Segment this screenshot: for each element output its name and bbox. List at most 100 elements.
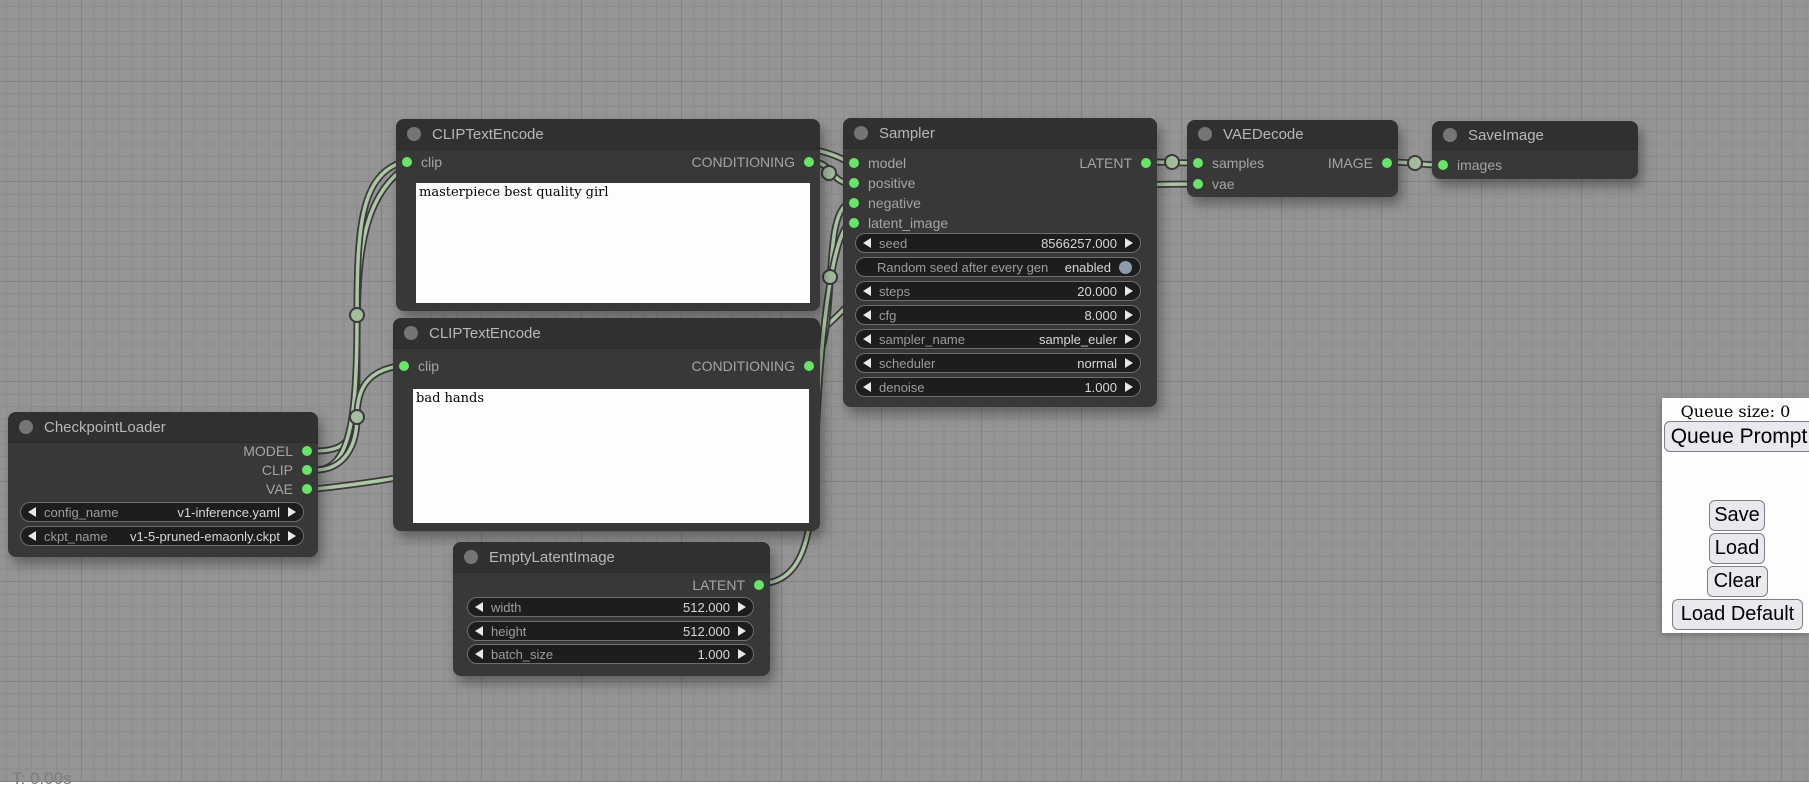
node-vaedecode[interactable]: VAEDecode samples vae IMAGE <box>1187 120 1398 197</box>
output-slot-conditioning[interactable]: CONDITIONING <box>692 152 814 172</box>
graph-canvas[interactable]: CLIPTextEncode clip CONDITIONING masterp… <box>0 0 1809 782</box>
next-arrow-icon[interactable] <box>1125 358 1133 368</box>
node-title-bar[interactable]: CLIPTextEncode <box>393 318 820 349</box>
node-title-bar[interactable]: Sampler <box>843 118 1157 149</box>
next-arrow-icon[interactable] <box>1125 286 1133 296</box>
node-title-bar[interactable]: CheckpointLoader <box>8 412 318 443</box>
toggle-circle-icon[interactable] <box>1119 261 1132 274</box>
slot-dot-icon[interactable] <box>849 198 859 208</box>
prev-arrow-icon[interactable] <box>863 382 871 392</box>
widget-sampler-name[interactable]: sampler_name sample_euler <box>855 329 1141 349</box>
node-cliptextencode-negative[interactable]: CLIPTextEncode clip CONDITIONING bad han… <box>393 318 820 531</box>
queue-size-label: Queue size: 0 <box>1662 402 1809 421</box>
node-status-dot-icon <box>464 550 478 564</box>
prev-arrow-icon[interactable] <box>863 238 871 248</box>
output-slot-model[interactable]: MODEL <box>243 441 312 461</box>
slot-dot-icon[interactable] <box>302 446 312 456</box>
node-title: CLIPTextEncode <box>432 126 544 143</box>
menu-panel: Queue size: 0 Queue Prompt Save Load Cle… <box>1662 398 1809 633</box>
prev-arrow-icon[interactable] <box>863 358 871 368</box>
widget-ckpt-name[interactable]: ckpt_name v1-5-pruned-emaonly.ckpt <box>20 526 304 546</box>
save-button[interactable]: Save <box>1709 500 1765 531</box>
output-slot-latent[interactable]: LATENT <box>1079 153 1151 173</box>
node-checkpointloader[interactable]: CheckpointLoader MODEL CLIP VAE config_n… <box>8 412 318 557</box>
next-arrow-icon[interactable] <box>738 602 746 612</box>
widget-scheduler[interactable]: scheduler normal <box>855 353 1141 373</box>
widget-cfg[interactable]: cfg 8.000 <box>855 305 1141 325</box>
input-slot-images[interactable]: images <box>1438 155 1502 175</box>
widget-config-name[interactable]: config_name v1-inference.yaml <box>20 502 304 522</box>
prev-arrow-icon[interactable] <box>863 334 871 344</box>
input-slot-clip[interactable]: clip <box>399 356 439 376</box>
slot-dot-icon[interactable] <box>1193 179 1203 189</box>
input-slot-vae[interactable]: vae <box>1193 174 1235 194</box>
slot-dot-icon[interactable] <box>804 157 814 167</box>
widget-random-seed-toggle[interactable]: Random seed after every gen enabled <box>855 257 1141 277</box>
slot-dot-icon[interactable] <box>849 218 859 228</box>
queue-prompt-button[interactable]: Queue Prompt <box>1664 421 1809 452</box>
slot-dot-icon[interactable] <box>754 580 764 590</box>
slot-dot-icon[interactable] <box>804 361 814 371</box>
slot-dot-icon[interactable] <box>399 361 409 371</box>
prev-arrow-icon[interactable] <box>863 310 871 320</box>
prompt-textarea[interactable]: masterpiece best quality girl <box>416 183 810 303</box>
widget-batch-size[interactable]: batch_size 1.000 <box>467 644 754 664</box>
output-slot-vae[interactable]: VAE <box>266 479 312 499</box>
prompt-textarea[interactable]: bad hands <box>413 389 809 523</box>
prev-arrow-icon[interactable] <box>863 286 871 296</box>
node-emptylatentimage[interactable]: EmptyLatentImage LATENT width 512.000 he… <box>453 542 770 676</box>
node-title-bar[interactable]: SaveImage <box>1432 121 1638 150</box>
node-status-dot-icon <box>1443 128 1457 142</box>
next-arrow-icon[interactable] <box>1125 238 1133 248</box>
clear-button[interactable]: Clear <box>1707 566 1768 597</box>
widget-steps[interactable]: steps 20.000 <box>855 281 1141 301</box>
node-title-bar[interactable]: EmptyLatentImage <box>453 542 770 573</box>
input-slot-positive[interactable]: positive <box>849 173 915 193</box>
node-title: SaveImage <box>1468 127 1544 144</box>
slot-dot-icon[interactable] <box>849 158 859 168</box>
widget-seed[interactable]: seed 8566257.000 <box>855 233 1141 253</box>
load-button[interactable]: Load <box>1709 533 1765 564</box>
node-cliptextencode-positive[interactable]: CLIPTextEncode clip CONDITIONING masterp… <box>396 119 820 311</box>
node-saveimage[interactable]: SaveImage images <box>1432 121 1638 179</box>
input-slot-clip[interactable]: clip <box>402 152 442 172</box>
node-sampler[interactable]: Sampler model positive negative latent_i… <box>843 118 1157 407</box>
input-slot-latent-image[interactable]: latent_image <box>849 213 948 233</box>
next-arrow-icon[interactable] <box>288 531 296 541</box>
output-slot-clip[interactable]: CLIP <box>262 460 312 480</box>
next-arrow-icon[interactable] <box>738 649 746 659</box>
input-slot-negative[interactable]: negative <box>849 193 921 213</box>
prev-arrow-icon[interactable] <box>28 507 36 517</box>
next-arrow-icon[interactable] <box>1125 310 1133 320</box>
link-midpoint-dot <box>350 308 364 322</box>
output-slot-latent[interactable]: LATENT <box>692 575 764 595</box>
node-title-bar[interactable]: VAEDecode <box>1187 120 1398 149</box>
slot-dot-icon[interactable] <box>1141 158 1151 168</box>
load-default-button[interactable]: Load Default <box>1672 599 1803 630</box>
next-arrow-icon[interactable] <box>1125 382 1133 392</box>
slot-dot-icon[interactable] <box>1193 158 1203 168</box>
prev-arrow-icon[interactable] <box>475 602 483 612</box>
slot-dot-icon[interactable] <box>302 465 312 475</box>
output-slot-image[interactable]: IMAGE <box>1328 153 1392 173</box>
input-slot-samples[interactable]: samples <box>1193 153 1264 173</box>
next-arrow-icon[interactable] <box>288 507 296 517</box>
prev-arrow-icon[interactable] <box>475 626 483 636</box>
slot-dot-icon[interactable] <box>302 484 312 494</box>
slot-dot-icon[interactable] <box>849 178 859 188</box>
node-title: Sampler <box>879 125 935 142</box>
next-arrow-icon[interactable] <box>1125 334 1133 344</box>
widget-denoise[interactable]: denoise 1.000 <box>855 377 1141 397</box>
output-slot-conditioning[interactable]: CONDITIONING <box>692 356 814 376</box>
slot-dot-icon[interactable] <box>1438 160 1448 170</box>
link-midpoint-dot <box>1408 156 1422 170</box>
next-arrow-icon[interactable] <box>738 626 746 636</box>
slot-dot-icon[interactable] <box>402 157 412 167</box>
input-slot-model[interactable]: model <box>849 153 906 173</box>
node-title-bar[interactable]: CLIPTextEncode <box>396 119 820 150</box>
widget-height[interactable]: height 512.000 <box>467 621 754 641</box>
prev-arrow-icon[interactable] <box>475 649 483 659</box>
widget-width[interactable]: width 512.000 <box>467 597 754 617</box>
prev-arrow-icon[interactable] <box>28 531 36 541</box>
slot-dot-icon[interactable] <box>1382 158 1392 168</box>
